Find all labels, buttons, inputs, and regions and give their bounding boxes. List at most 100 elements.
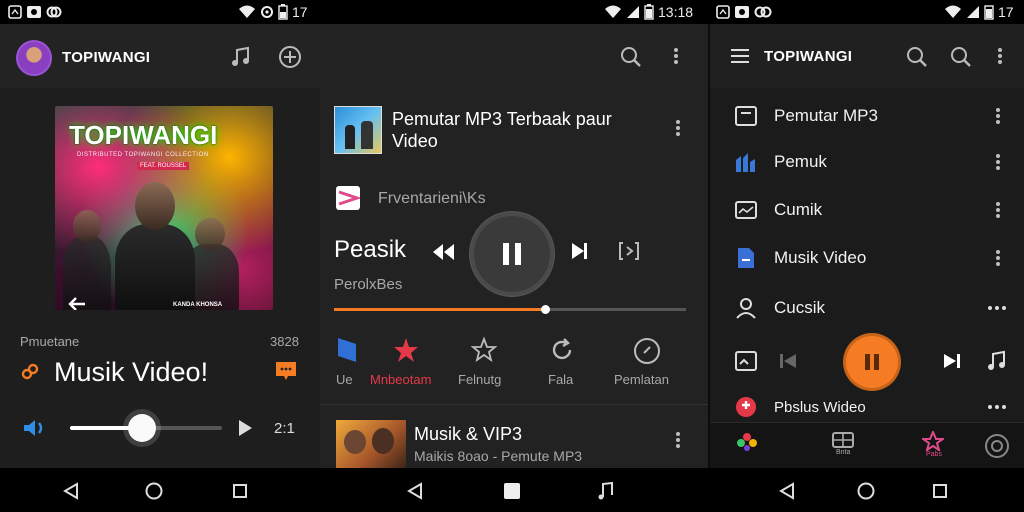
overflow-menu-icon[interactable] [996,46,1004,66]
pause-button[interactable] [474,216,550,292]
progress-thumb[interactable] [541,305,551,314]
status-time: 13:18 [658,4,694,20]
tab-favorites[interactable]: Felnutg [454,334,524,394]
link-icon [46,6,62,18]
volume-slider-thumb[interactable] [128,414,156,442]
menu-item-cucsik[interactable]: Cucsik [710,284,1024,332]
home-icon[interactable] [145,482,163,500]
search-icon[interactable] [906,46,928,68]
star-burst-icon [922,431,944,451]
add-circle-icon[interactable] [278,45,302,69]
horizontal-more-icon[interactable] [988,405,1006,409]
document-icon [738,248,754,268]
menu-item-pemuk[interactable]: Pemuk [710,138,1024,186]
back-icon[interactable] [779,482,795,500]
battery-icon [644,4,654,20]
volume-slider[interactable] [70,414,222,442]
tab-settings[interactable]: Pemlatan [610,334,690,394]
music-note-icon[interactable] [986,350,1008,372]
next-icon[interactable] [942,352,962,370]
battery-icon [278,4,288,20]
source-label: Frventarieni\Ks [378,190,486,207]
tab-trending[interactable]: Mnbeotam [366,334,446,394]
drag-handle-icon[interactable] [994,200,1002,220]
app-title: TOPIWANGI [62,49,151,66]
list-item[interactable]: Pemutar MP3 Terbaak paur Video [320,102,708,158]
hamburger-menu-icon[interactable] [730,48,750,64]
recents-icon[interactable] [932,483,948,499]
horizontal-more-icon[interactable] [988,306,1006,310]
bottom-nav-settings[interactable] [984,433,1010,459]
tab-label: Fala [548,372,574,387]
status-bar: 17 13:18 17 [0,0,1024,24]
next-icon[interactable] [570,241,590,261]
bottom-navigation: Bnta Pabs [710,422,1024,468]
library-panel: Pemutar MP3 Terbaak paur Video Frventari… [320,24,708,468]
gallery-icon [27,6,41,18]
item-title: Pemutar MP3 Terbaak paur Video [392,109,612,151]
search-icon[interactable] [950,46,972,68]
pause-button[interactable] [846,336,898,388]
back-icon[interactable] [63,482,79,500]
menu-item-label: Cucsik [774,298,826,317]
back-arrow-icon[interactable] [67,296,87,310]
home-icon[interactable] [857,482,875,500]
bookmark-icon [338,338,356,362]
play-icon[interactable] [236,418,254,438]
top-app-bar: TOPIWANGI [0,24,320,88]
previous-icon[interactable] [778,352,798,370]
bottom-nav-library[interactable]: Bnta [832,431,862,465]
menu-item-label: Pbslus Wideo [774,398,866,416]
queue-icon[interactable] [618,241,640,261]
menu-item-partial[interactable]: Pbslus Wideo [710,392,1024,422]
menu-item-label: Musik Video [774,248,867,267]
previous-icon[interactable] [430,242,456,262]
settings-circle-icon [985,434,1009,458]
battery-icon [984,5,994,20]
volume-icon[interactable] [22,417,50,439]
item-more-icon[interactable] [674,118,682,138]
flower-icon [737,433,757,451]
tab-bar: Ue Mnbeotam Felnutg Fala Pemlatan [320,330,708,402]
bottom-nav-home[interactable] [734,431,764,465]
back-icon[interactable] [407,482,423,500]
item-more-icon[interactable] [674,430,682,450]
bottom-nav-label: Bnta [836,449,851,456]
settings-circle-icon [634,338,660,364]
home-icon[interactable] [503,482,521,500]
menu-item-musik-video[interactable]: Musik Video [710,234,1024,282]
song-title: Musik Video! [54,357,209,387]
menu-item-pemutar-mp3[interactable]: Pemutar MP3 [710,92,1024,140]
list-item[interactable]: Musik & VIP3 Maikis 8oao - Pemute MP3 [320,416,708,468]
avatar[interactable] [16,40,52,76]
item-more-icon[interactable] [994,106,1002,126]
search-icon[interactable] [620,46,642,68]
overflow-menu-icon[interactable] [672,46,680,66]
drag-handle-icon[interactable] [994,248,1002,268]
drag-handle-icon[interactable] [994,152,1002,172]
notification-icon [716,5,730,19]
progress-bar[interactable] [334,305,686,314]
now-subtitle: PerolxBes [334,276,403,293]
refresh-icon [552,338,572,360]
pause-icon [503,243,521,265]
bottom-nav-favorites[interactable]: Pabs [922,431,952,465]
menu-item-cumik[interactable]: Cumik [710,186,1024,234]
bottom-nav-label: Pabs [926,451,942,458]
signal-icon [627,6,639,18]
divider [320,404,708,405]
music-note-icon[interactable] [597,481,615,501]
tab-home[interactable]: Ue [324,334,368,394]
window-icon [735,106,757,126]
music-note-icon[interactable] [230,46,252,68]
cast-icon[interactable] [734,350,758,372]
top-app-bar: TOPIWANGI [710,24,1024,88]
item-title: Musik & VIP3 [414,424,523,444]
artist-label: Pmuetane [20,334,80,349]
album-art[interactable]: TOPIWANGI DISTRIBUTED TOPIWANGI COLLECTI… [55,106,273,310]
tab-label: Ue [336,372,353,387]
message-icon[interactable] [274,359,298,383]
recents-icon[interactable] [232,483,248,499]
tab-label: Pemlatan [614,372,669,387]
tab-refresh[interactable]: Fala [536,334,590,394]
